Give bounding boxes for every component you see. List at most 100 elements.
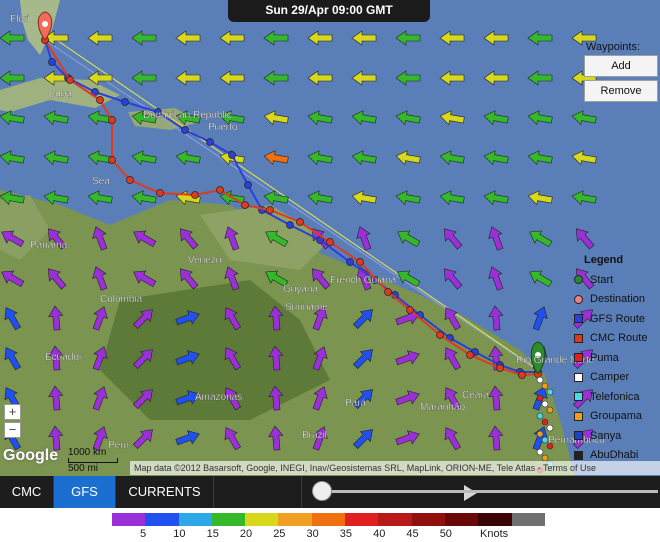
zoom-in-button[interactable]: + xyxy=(4,404,21,420)
place-label: Pará xyxy=(345,398,367,409)
wind-arrow xyxy=(395,110,421,126)
wind-scale-label: 25 xyxy=(273,528,286,540)
gfs-route-point xyxy=(48,58,56,66)
place-label: Sea xyxy=(92,176,110,187)
wind-arrow xyxy=(439,70,465,86)
cmc-route-point xyxy=(296,218,304,226)
wind-arrow xyxy=(263,150,289,166)
legend-swatch xyxy=(574,314,583,324)
wind-scale-swatch xyxy=(478,513,512,526)
gfs-route-point xyxy=(181,126,189,134)
wind-scale-label: 20 xyxy=(239,528,253,540)
fleet-position xyxy=(536,394,544,402)
place-label: Ceará xyxy=(462,390,490,401)
wind-scale-swatch xyxy=(411,513,445,526)
place-label: Guyana xyxy=(283,284,318,295)
legend-label: Start xyxy=(590,273,614,286)
legend-swatch xyxy=(574,294,583,304)
wind-scale-label: 10 xyxy=(173,528,186,540)
legend-swatch xyxy=(574,431,583,441)
fleet-position xyxy=(546,424,554,432)
wind-arrow xyxy=(351,150,377,166)
legend-swatch xyxy=(574,411,583,421)
wind-arrow xyxy=(575,228,595,250)
wind-arrow xyxy=(571,150,597,166)
place-label: Dominican Republic xyxy=(143,110,232,121)
wind-scale-swatch xyxy=(311,513,346,526)
wind-scale-label: 40 xyxy=(373,528,386,540)
wind-arrow xyxy=(356,226,372,251)
legend-label: Telefonica xyxy=(590,390,640,403)
cmc-route-point xyxy=(436,331,444,339)
gfs-tab[interactable]: GFS xyxy=(54,476,116,508)
fleet-position xyxy=(546,406,554,414)
wind-scale-swatch xyxy=(178,513,212,526)
currents-tab[interactable]: CURRENTS xyxy=(116,476,214,508)
wind-arrow xyxy=(43,150,69,166)
legend-label: Camper xyxy=(590,371,630,384)
cmc-route-point xyxy=(108,116,116,124)
wind-arrow xyxy=(527,110,553,126)
legend-label: Destination xyxy=(590,293,646,306)
wind-scale-swatch xyxy=(145,513,179,526)
legend-label: Sanya xyxy=(590,429,622,442)
wind-scale-swatch xyxy=(211,513,246,526)
wind-arrow xyxy=(527,30,553,46)
place-label: Cuba xyxy=(48,89,72,100)
play-button[interactable] xyxy=(214,476,477,508)
remove-waypoint-button[interactable]: Remove xyxy=(584,80,658,102)
wind-scale-swatch xyxy=(245,513,279,526)
wind-arrow xyxy=(219,30,245,46)
wind-arrow xyxy=(439,30,465,46)
legend-item: Camper xyxy=(574,368,660,388)
place-label: Maranhão xyxy=(420,402,465,413)
scale-mi: 500 mi xyxy=(68,463,99,474)
wind-arrow xyxy=(0,110,25,126)
place-label: Puerto xyxy=(208,122,238,133)
timeline-slider-handle[interactable] xyxy=(312,481,332,501)
place-label: Ecuador xyxy=(45,352,83,363)
wind-arrow xyxy=(483,30,509,46)
map-attribution[interactable]: Map data ©2012 Basarsoft, Google, INEGI,… xyxy=(130,461,660,475)
map-view[interactable]: Flori Cuba Dominican Republic Puerto Sea Pana… xyxy=(0,0,660,476)
wind-scale-label: 30 xyxy=(306,528,319,540)
place-label: Panama xyxy=(30,240,68,251)
fleet-position xyxy=(541,418,549,426)
wind-arrow xyxy=(488,266,504,291)
wind-arrow xyxy=(131,70,157,86)
cmc-tab[interactable]: CMC xyxy=(0,476,54,508)
fleet-position xyxy=(536,412,544,420)
place-label: French Guiana xyxy=(330,275,397,286)
wind-arrow xyxy=(175,70,201,86)
wind-arrow xyxy=(87,190,113,206)
legend-item: Telefonica xyxy=(574,387,660,407)
legend-item: CMC Route xyxy=(574,329,660,349)
waypoints-title: Waypoints: xyxy=(586,41,641,53)
place-label: Amazonas xyxy=(195,392,242,403)
gfs-route-point xyxy=(286,221,294,229)
wind-scale-label: 35 xyxy=(339,528,353,540)
wind-arrow xyxy=(488,305,504,331)
wind-arrow xyxy=(529,230,553,248)
map-scale: 1000 km 500 mi xyxy=(68,447,118,474)
fleet-position xyxy=(546,388,554,396)
cmc-route-point xyxy=(126,176,134,184)
cmc-route-point xyxy=(326,238,334,246)
timeline-track[interactable] xyxy=(312,490,658,493)
place-label: Flori xyxy=(10,14,29,25)
legend-label: GFS Route xyxy=(590,312,646,325)
waypoints-panel: Waypoints: Add Remove xyxy=(584,41,660,105)
gfs-route-point xyxy=(121,98,129,106)
wind-scale-swatch xyxy=(345,513,379,526)
wind-arrow xyxy=(131,190,157,206)
wind-arrow xyxy=(483,110,509,126)
zoom-out-button[interactable]: − xyxy=(4,422,21,438)
gfs-route-point xyxy=(346,258,354,266)
cmc-route-point xyxy=(216,186,224,194)
legend: Legend Start Destination GFS Route CMC Rout… xyxy=(574,254,660,465)
legend-item: Sanya xyxy=(574,426,660,446)
add-waypoint-button[interactable]: Add xyxy=(584,55,658,77)
wind-arrow xyxy=(395,30,421,46)
cmc-route-point xyxy=(384,288,392,296)
map-canvas[interactable]: Flori Cuba Dominican RepublicPuerto Sea Pana… xyxy=(0,0,660,476)
